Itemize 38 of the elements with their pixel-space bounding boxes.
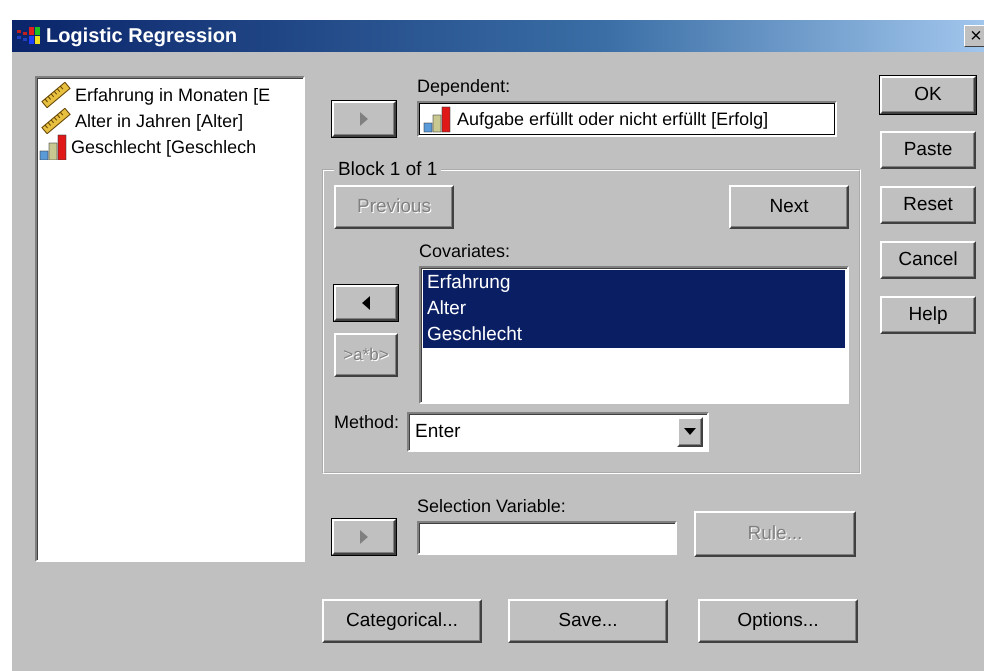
next-button[interactable]: Next bbox=[729, 185, 849, 229]
covariate-item[interactable]: Alter bbox=[423, 296, 845, 322]
covariates-list[interactable]: Erfahrung Alter Geschlecht bbox=[419, 266, 849, 404]
dialog-button[interactable]: Save... bbox=[508, 599, 668, 643]
variable-item[interactable]: Erfahrung in Monaten [E bbox=[75, 84, 270, 106]
covariate-item[interactable]: Erfahrung bbox=[423, 270, 845, 296]
window-title: Logistic Regression bbox=[46, 24, 238, 48]
covariates-label: Covariates: bbox=[419, 241, 512, 262]
selection-variable-field[interactable] bbox=[417, 521, 677, 555]
bar-chart-icon bbox=[423, 105, 453, 133]
caret-icon bbox=[684, 428, 696, 436]
close-button[interactable]: × bbox=[964, 25, 984, 47]
dialog-button[interactable]: Help bbox=[880, 296, 976, 334]
ruler-icon bbox=[39, 82, 73, 108]
method-label: Method: bbox=[334, 412, 400, 433]
dialog-button[interactable]: OK bbox=[880, 76, 976, 114]
dialog-button[interactable]: Options... bbox=[698, 599, 858, 643]
app-icon bbox=[16, 26, 42, 46]
variable-list[interactable]: Erfahrung in Monaten [E Alter in Jahren [Alter] Geschlecht [Geschlech bbox=[35, 76, 305, 562]
block-title: Block 1 of 1 bbox=[337, 159, 438, 181]
dropdown-button[interactable] bbox=[677, 417, 704, 447]
dialog-button[interactable]: Reset bbox=[880, 186, 976, 224]
dialog-button[interactable]: Categorical... bbox=[322, 599, 482, 643]
variable-item[interactable]: Alter in Jahren [Alter] bbox=[75, 110, 244, 132]
dependent-label: Dependent: bbox=[417, 76, 512, 97]
left-arrow-icon bbox=[361, 295, 371, 311]
selection-variable-label: Selection Variable: bbox=[417, 496, 567, 517]
variable-item[interactable]: Geschlecht [Geschlech bbox=[71, 136, 256, 158]
right-arrow-icon bbox=[359, 111, 369, 127]
method-select[interactable]: Enter bbox=[407, 412, 710, 452]
dialog-button[interactable]: Cancel bbox=[880, 241, 976, 279]
move-button[interactable] bbox=[334, 285, 398, 321]
right-arrow-icon bbox=[359, 529, 369, 545]
covariate-item[interactable]: Geschlecht bbox=[423, 322, 845, 348]
dialog-button[interactable]: Paste bbox=[880, 131, 976, 169]
bar-chart-icon bbox=[39, 134, 69, 160]
dependent-field[interactable]: Aufgabe erfüllt oder nicht erfüllt [Erfolg] bbox=[417, 101, 837, 137]
ruler-icon bbox=[39, 108, 73, 134]
